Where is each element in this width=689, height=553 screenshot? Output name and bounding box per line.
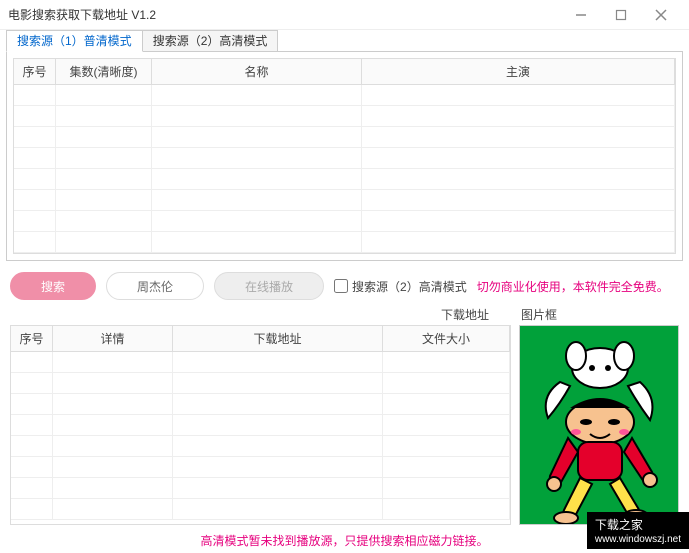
table-row[interactable] — [14, 211, 675, 232]
minimize-button[interactable] — [561, 0, 601, 30]
table-row[interactable] — [14, 127, 675, 148]
dcol-index: 序号 — [11, 326, 53, 351]
table-row[interactable] — [14, 148, 675, 169]
hd-mode-label: 搜索源（2）高清模式 — [352, 278, 467, 295]
keyword-input[interactable]: 周杰伦 — [106, 272, 204, 300]
table-row[interactable] — [11, 415, 510, 436]
table-row[interactable] — [11, 436, 510, 457]
tab-source-2[interactable]: 搜索源（2）高清模式 — [142, 30, 279, 52]
search-button[interactable]: 搜索 — [10, 272, 96, 300]
results-grid[interactable]: 序号 集数(清晰度) 名称 主演 — [13, 58, 676, 254]
downloads-grid[interactable]: 序号 详情 下载地址 文件大小 — [10, 325, 511, 525]
close-button[interactable] — [641, 0, 681, 30]
table-row[interactable] — [14, 106, 675, 127]
preview-image — [519, 325, 679, 525]
window-title: 电影搜索获取下载地址 V1.2 — [8, 6, 561, 23]
cartoon-image-icon — [520, 326, 679, 525]
hd-mode-checkbox[interactable]: 搜索源（2）高清模式 — [334, 278, 467, 295]
table-row[interactable] — [11, 457, 510, 478]
footer-note: 高清模式暂未找到播放源，只提供搜索相应磁力链接。 — [0, 532, 689, 549]
table-row[interactable] — [14, 85, 675, 106]
watermark: 下载之家 www.windowszj.net — [587, 512, 689, 549]
watermark-en: www.windowszj.net — [595, 534, 681, 545]
col-cast: 主演 — [362, 59, 675, 84]
col-index: 序号 — [14, 59, 56, 84]
dcol-url: 下载地址 — [173, 326, 383, 351]
table-row[interactable] — [11, 499, 510, 520]
commercial-warning: 切勿商业化使用，本软件完全免费。 — [477, 278, 669, 295]
table-row[interactable] — [14, 169, 675, 190]
table-row[interactable] — [11, 394, 510, 415]
maximize-button[interactable] — [601, 0, 641, 30]
table-row[interactable] — [14, 190, 675, 211]
dcol-size: 文件大小 — [383, 326, 510, 351]
play-button: 在线播放 — [214, 272, 324, 300]
table-row[interactable] — [11, 352, 510, 373]
hd-mode-input[interactable] — [334, 279, 348, 293]
download-section-label: 下载地址 — [10, 306, 519, 325]
image-section-label: 图片框 — [519, 306, 679, 325]
col-episodes: 集数(清晰度) — [56, 59, 152, 84]
table-row[interactable] — [11, 478, 510, 499]
col-name: 名称 — [152, 59, 362, 84]
tab-source-1[interactable]: 搜索源（1）普清模式 — [6, 30, 143, 52]
table-row[interactable] — [14, 232, 675, 253]
watermark-zh: 下载之家 — [595, 518, 643, 532]
table-row[interactable] — [11, 373, 510, 394]
dcol-detail: 详情 — [53, 326, 173, 351]
